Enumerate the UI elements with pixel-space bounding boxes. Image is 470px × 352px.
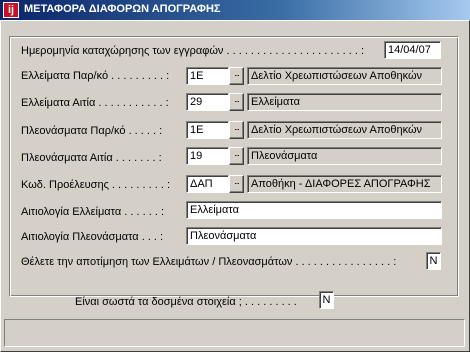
window-title: ΜΕΤΑΦΟΡΑ ΔΙΑΦΟΡΩΝ ΑΠΟΓΡΑΦΗΣ	[24, 3, 221, 15]
date-label: Ημερομηνία καταχώρησης των εγγραφών . . …	[21, 45, 365, 57]
confirm-label: Είναι σωστά τα δοσμένα στοιχεία ; . . . …	[75, 296, 297, 308]
date-input[interactable]: 14/04/07	[384, 41, 441, 59]
shortage-doc-lookup-button[interactable]: ...	[229, 67, 244, 85]
confirm-input[interactable]: Ν	[319, 291, 334, 309]
surplus-reason-code-input[interactable]: 19	[186, 147, 229, 165]
status-bar	[4, 319, 465, 347]
shortage-justification-input[interactable]: Ελλείματα	[186, 201, 442, 219]
shortage-doc-label: Ελλείματα Παρ/κό . . . . . . . . . :	[21, 70, 170, 82]
origin-code-input[interactable]: ΔΑΠ	[186, 175, 229, 193]
shortage-reason-label: Ελλείματα Αιτία . . . . . . . . . . . :	[21, 97, 169, 109]
valuation-label: Θέλετε την αποτίμηση των Ελλειμάτων / Πλ…	[21, 256, 397, 268]
shortage-justification-label: Αιτιολογία Ελλείματα . . . . . . :	[21, 206, 165, 218]
surplus-reason-label: Πλεονάσματα Αιτία . . . . . . . :	[21, 152, 162, 164]
shortage-reason-lookup-button[interactable]: ...	[229, 93, 244, 111]
surplus-doc-lookup-button[interactable]: ...	[229, 121, 244, 139]
surplus-justification-input[interactable]: Πλεονάσματα	[186, 227, 442, 245]
shortage-reason-description: Ελλείματα	[247, 93, 442, 111]
title-bar: ij ΜΕΤΑΦΟΡΑ ΔΙΑΦΟΡΩΝ ΑΠΟΓΡΑΦΗΣ	[0, 0, 470, 20]
dialog-window: Ημερομηνία καταχώρησης των εγγραφών . . …	[0, 20, 470, 352]
app-icon: ij	[3, 2, 19, 18]
origin-code-label: Κωδ. Προέλευσης . . . . . . . . . :	[21, 179, 170, 191]
surplus-justification-label: Αιτιολογία Πλεονάσματα . . . :	[21, 231, 164, 243]
origin-code-description: Αποθήκη - ΔΙΑΦΟΡΕΣ ΑΠΟΓΡΑΦΗΣ	[247, 175, 442, 193]
shortage-reason-code-input[interactable]: 29	[186, 93, 229, 111]
origin-code-lookup-button[interactable]: ...	[229, 175, 244, 193]
shortage-doc-description: Δελτίο Χρεωπιστώσεων Αποθηκών	[247, 67, 442, 85]
surplus-doc-label: Πλεονάσματα Παρ/κό . . . . . :	[21, 125, 163, 137]
valuation-input[interactable]: Ν	[426, 252, 441, 270]
surplus-reason-lookup-button[interactable]: ...	[229, 147, 244, 165]
shortage-doc-code-input[interactable]: 1Ε	[186, 67, 229, 85]
surplus-doc-code-input[interactable]: 1Ε	[186, 121, 229, 139]
surplus-reason-description: Πλεονάσματα	[247, 147, 442, 165]
surplus-doc-description: Δελτίο Χρεωπιστώσεων Αποθηκών	[247, 121, 442, 139]
